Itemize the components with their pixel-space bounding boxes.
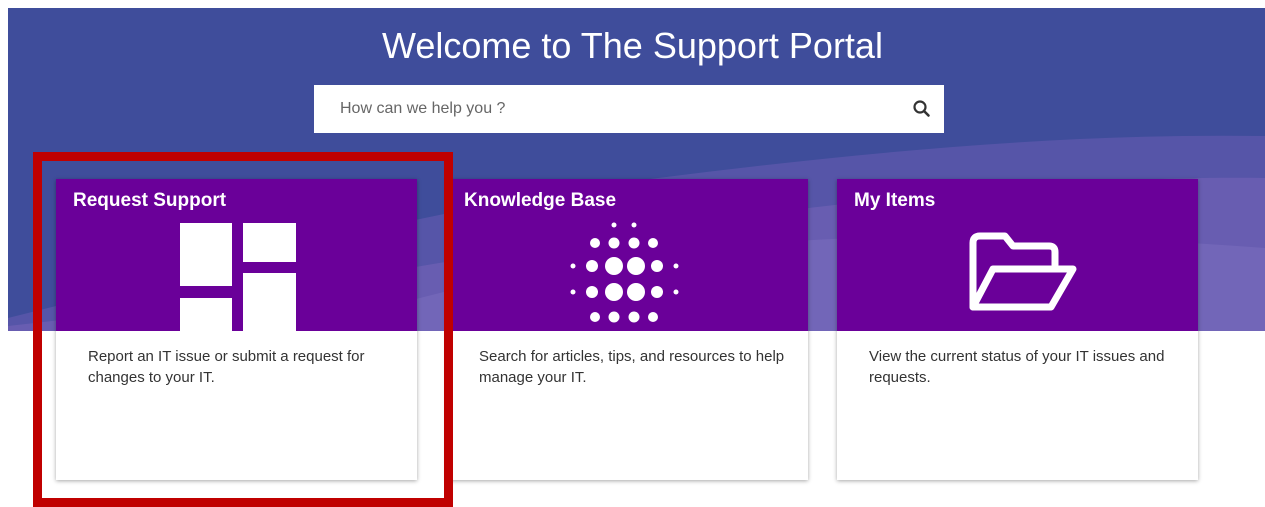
search-icon[interactable]: [912, 99, 932, 119]
search-bar: [314, 85, 944, 133]
card-description: View the current status of your IT issue…: [869, 348, 1165, 386]
card-header: Knowledge Base: [447, 179, 808, 331]
folder-open-icon: [969, 232, 1077, 311]
page-title: Welcome to The Support Portal: [382, 25, 883, 66]
highlight-box: [33, 152, 453, 507]
card-knowledge-base[interactable]: Knowledge Base Search for articles, tips…: [447, 179, 808, 480]
card-header: My Items: [837, 179, 1198, 331]
search-input[interactable]: [314, 85, 894, 133]
card-title: My Items: [854, 190, 936, 211]
card-description: Search for articles, tips, and resources…: [479, 348, 785, 386]
knowledge-dots-icon: [570, 222, 679, 323]
card-title: Knowledge Base: [464, 190, 617, 211]
card-my-items[interactable]: My Items View the current status of your…: [837, 179, 1198, 480]
